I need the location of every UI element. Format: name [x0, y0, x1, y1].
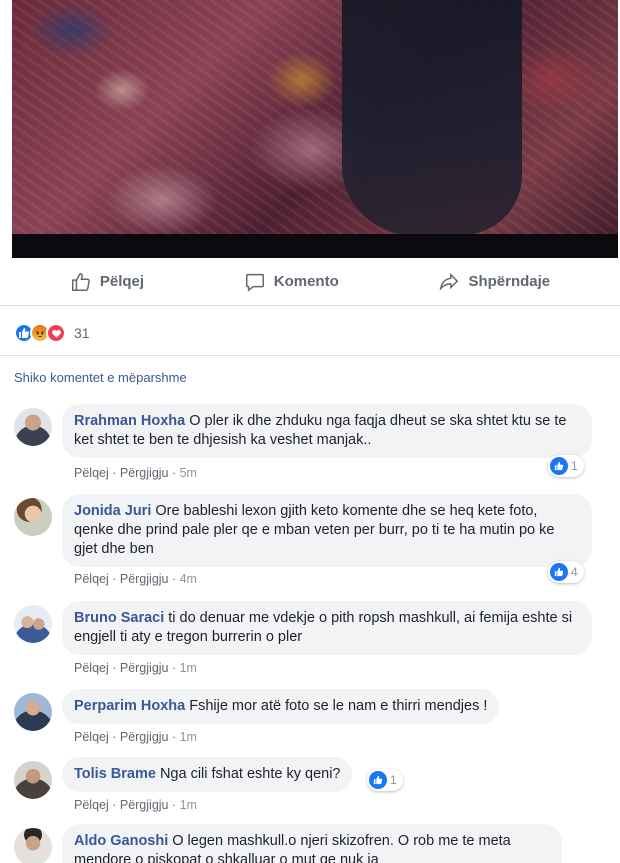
comment-like-link[interactable]: Pëlqej [74, 466, 109, 480]
comment-reaction-badge[interactable]: 4 [548, 561, 584, 583]
like-icon [71, 272, 90, 291]
comment-reaction-count: 1 [571, 459, 578, 473]
share-button[interactable]: Shpërndaje [438, 271, 550, 293]
like-reaction-icon [550, 457, 568, 475]
post-photo[interactable] [12, 0, 618, 258]
comment-like-link[interactable]: Pëlqej [74, 572, 109, 586]
avatar[interactable] [14, 693, 52, 731]
comment-bubble: Jonida Juri Ore bableshi lexon gjith keto… [62, 494, 592, 567]
comment-bubble: Rrahman Hoxha O pler ik dhe zhduku nga fa… [62, 404, 592, 458]
comment-bubble: Aldo Ganoshi O legen mashkull.o njeri ski… [62, 824, 562, 863]
share-button-label: Shpërndaje [468, 273, 551, 290]
comment-bubble: Perparim Hoxha Fshije mor atë foto se le … [62, 689, 500, 724]
comment-author[interactable]: Jonida Juri [74, 503, 151, 519]
comment-reaction-badge[interactable]: 1 [367, 769, 403, 791]
comment-reply-link[interactable]: Përgjigju [120, 661, 169, 675]
avatar[interactable] [14, 498, 52, 536]
reactions-count: 31 [74, 325, 90, 341]
comment-like-link[interactable]: Pëlqej [74, 730, 109, 744]
avatar[interactable] [14, 605, 52, 643]
comment-author[interactable]: Rrahman Hoxha [74, 413, 185, 429]
comment-like-link[interactable]: Pëlqej [74, 661, 109, 675]
comment-time[interactable]: 1m [180, 661, 197, 675]
like-reaction-icon [550, 563, 568, 581]
photo-figure [342, 0, 522, 235]
reactions-summary[interactable]: 31 [14, 322, 90, 344]
comment-time[interactable]: 5m [180, 466, 197, 480]
divider [0, 355, 620, 356]
post-action-bar: Pëlqej Komento Shpërndaje [0, 258, 620, 306]
comment-reaction-count: 4 [571, 565, 578, 579]
comment-time[interactable]: 1m [180, 798, 197, 812]
comment-meta: Pëlqej · Përgjigju · 1m [74, 661, 197, 675]
comment-button[interactable]: Komento [244, 271, 339, 293]
avatar[interactable] [14, 828, 52, 863]
comment-reply-link[interactable]: Përgjigju [120, 730, 169, 744]
comment-like-link[interactable]: Pëlqej [74, 798, 109, 812]
comment-meta: Pëlqej · Përgjigju · 1m [74, 730, 197, 744]
comment-meta: Pëlqej · Përgjigju · 4m [74, 572, 197, 586]
avatar[interactable] [14, 761, 52, 799]
comment-icon [245, 273, 264, 292]
comment-time[interactable]: 4m [180, 572, 197, 586]
comment-time[interactable]: 1m [180, 730, 197, 744]
comment-bubble: Tolis Brame Nga cili fshat eshte ky qeni? [62, 757, 353, 792]
comment-meta: Pëlqej · Përgjigju · 5m [74, 466, 197, 480]
comment-text: Fshije mor atë foto se le nam e thirri m… [189, 698, 488, 714]
comment-author[interactable]: Tolis Brame [74, 766, 156, 782]
like-button[interactable]: Pëlqej [70, 271, 144, 293]
comment-author[interactable]: Perparim Hoxha [74, 698, 185, 714]
comment-reaction-badge[interactable]: 1 [548, 455, 584, 477]
love-reaction-icon [46, 323, 66, 343]
comment-meta: Pëlqej · Përgjigju · 1m [74, 798, 197, 812]
comment-author[interactable]: Bruno Saraci [74, 610, 164, 626]
comment-author[interactable]: Aldo Ganoshi [74, 833, 168, 849]
comment-bubble: Bruno Saraci ti do denuar me vdekje o pit… [62, 601, 592, 655]
comment-reply-link[interactable]: Përgjigju [120, 798, 169, 812]
comment-reaction-count: 1 [390, 773, 397, 787]
comment-button-label: Komento [273, 273, 339, 290]
photo-bottom-band [12, 234, 618, 258]
like-button-label: Pëlqej [99, 273, 145, 290]
avatar[interactable] [14, 408, 52, 446]
comment-reply-link[interactable]: Përgjigju [120, 572, 169, 586]
view-previous-comments-link[interactable]: Shiko komentet e mëparshme [14, 370, 187, 385]
like-reaction-icon [369, 771, 387, 789]
comment-text: Nga cili fshat eshte ky qeni? [159, 766, 341, 782]
share-icon [440, 272, 459, 291]
comment-reply-link[interactable]: Përgjigju [120, 466, 169, 480]
